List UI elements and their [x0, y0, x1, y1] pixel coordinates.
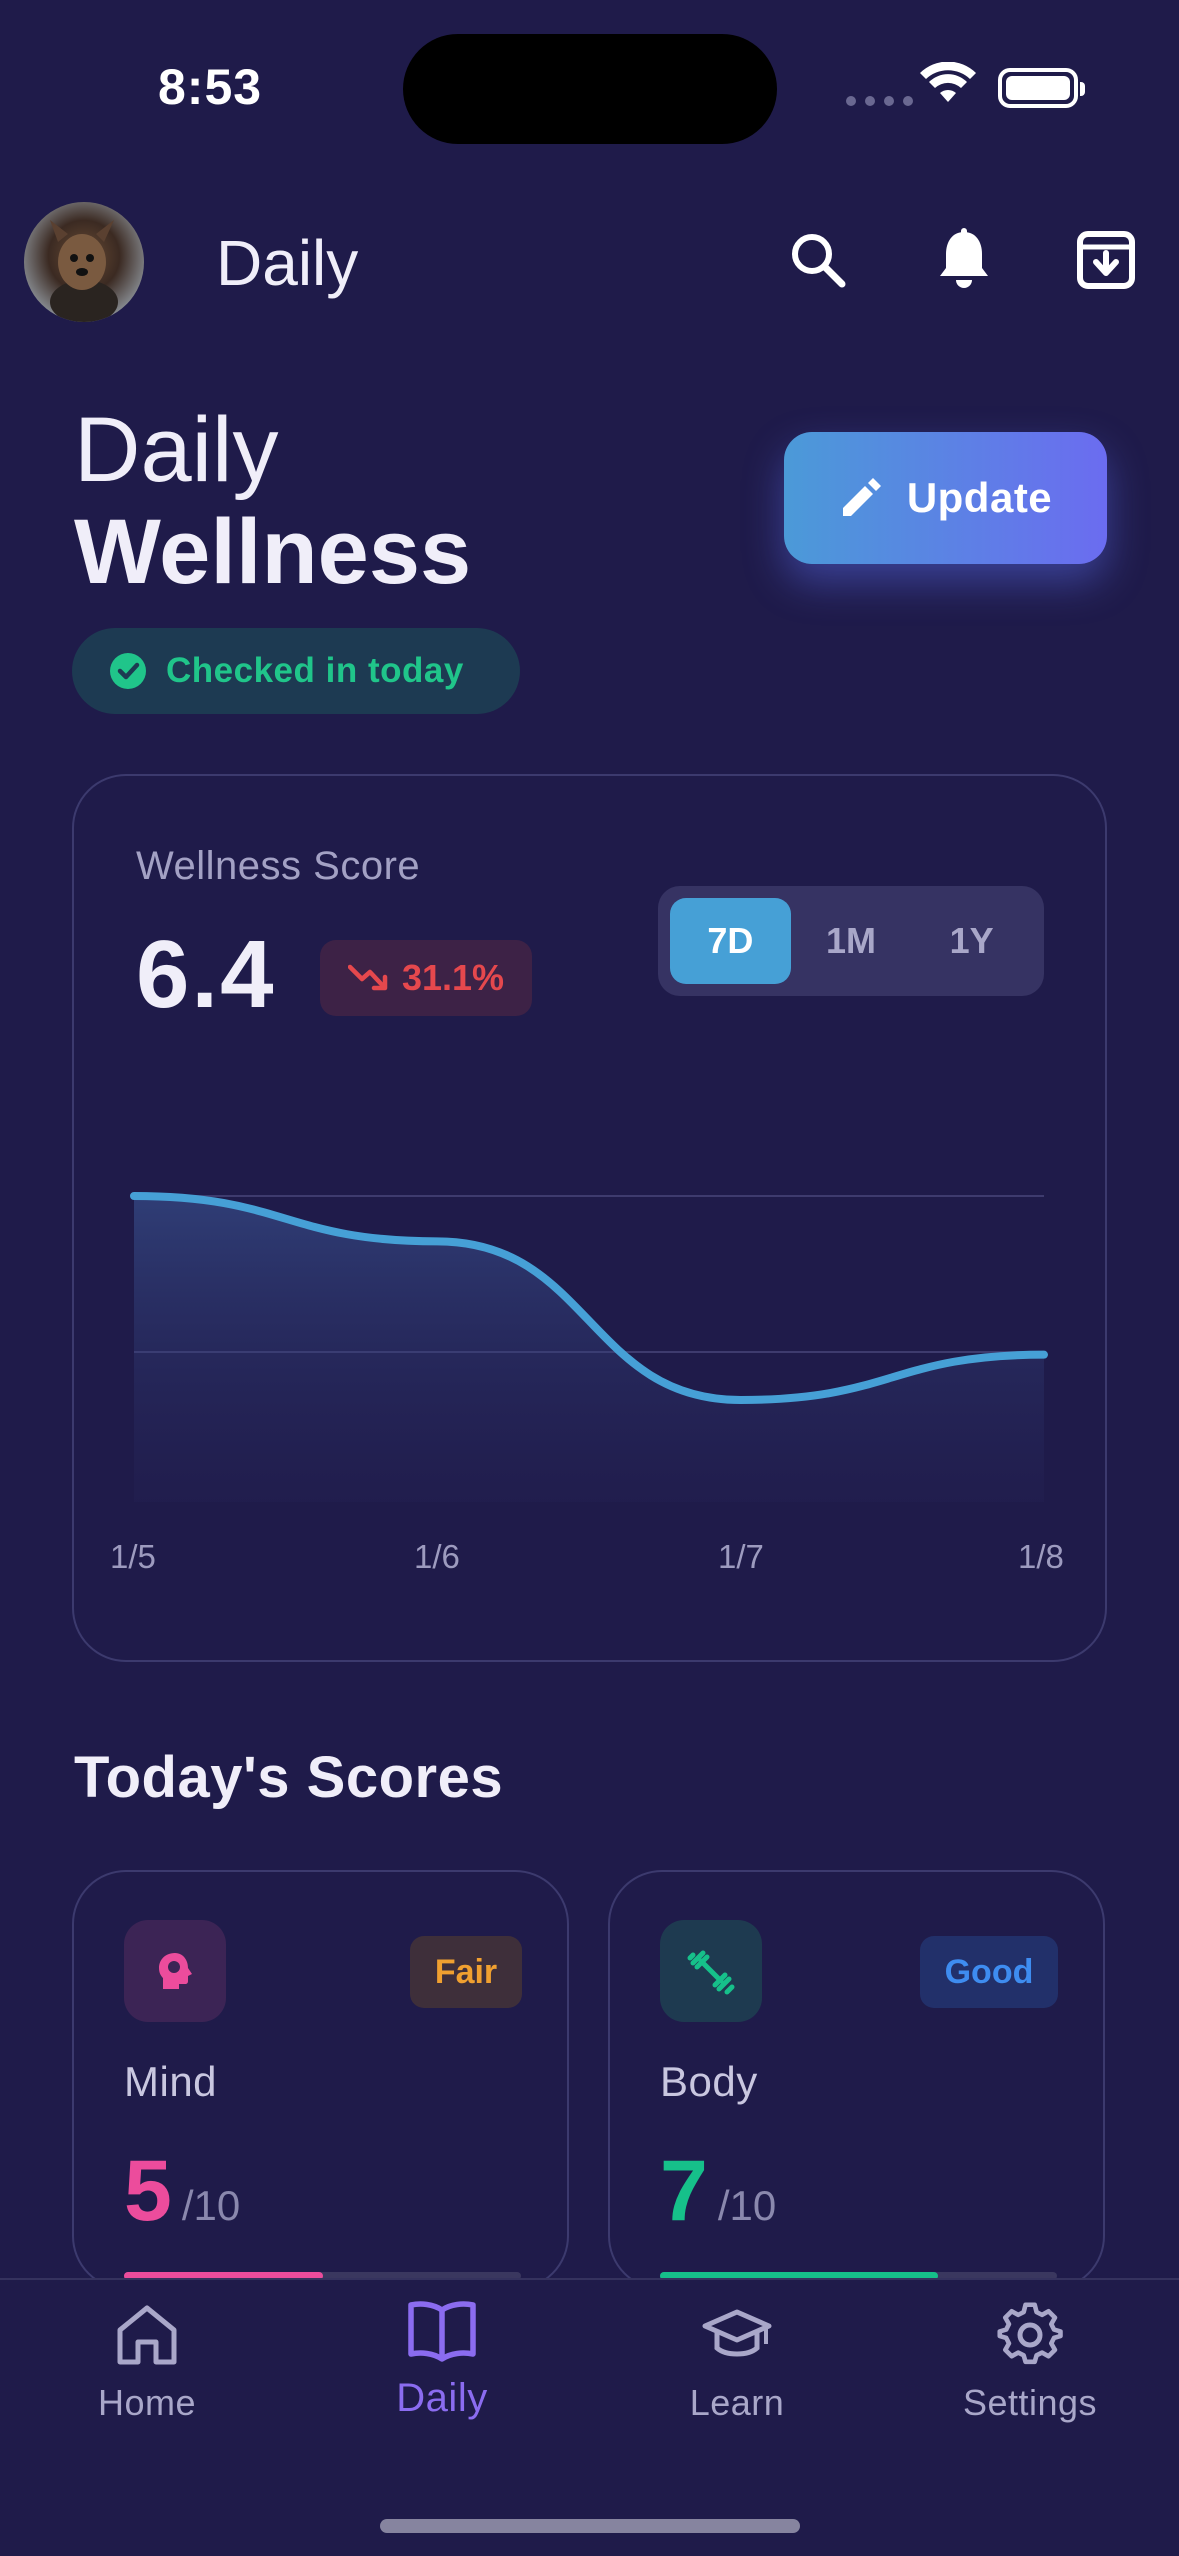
- update-label: Update: [906, 474, 1053, 521]
- wellness-chart: [130, 1192, 1048, 1502]
- avatar[interactable]: [24, 202, 144, 322]
- nav-item-home[interactable]: Home: [37, 2302, 257, 2424]
- range-selector: 7D 1M 1Y: [658, 886, 1044, 996]
- archive-icon: [1077, 231, 1135, 289]
- wellness-score-value: 6.4: [136, 921, 276, 1028]
- wifi-icon: [920, 62, 976, 102]
- search-button[interactable]: [778, 220, 858, 300]
- x-axis-tick: 1/5: [110, 1538, 156, 1575]
- range-7d[interactable]: 7D: [670, 898, 791, 984]
- nav-label-learn: Learn: [689, 2382, 785, 2423]
- nav-item-daily[interactable]: Daily: [332, 2298, 552, 2421]
- dumbbell-icon-tile: [660, 1920, 762, 2022]
- nav-label-settings: Settings: [962, 2382, 1098, 2423]
- nav-item-settings[interactable]: Settings: [920, 2302, 1140, 2424]
- score-change-badge: 31.1%: [320, 940, 532, 1016]
- category-score: 5: [124, 2143, 172, 2239]
- x-axis-tick: 1/7: [718, 1538, 764, 1575]
- cellular-signal-icon: [846, 96, 913, 106]
- score-badge: Fair: [410, 1936, 522, 2008]
- chart-area: [134, 1196, 1044, 1502]
- dynamic-island: [403, 34, 777, 144]
- score-change-value: 31.1%: [401, 957, 505, 998]
- page-title-light: Daily: [74, 399, 279, 501]
- update-button[interactable]: Update: [784, 432, 1107, 564]
- pencil-icon: [842, 478, 881, 516]
- range-1m[interactable]: 1M: [791, 898, 912, 984]
- notifications-button[interactable]: [924, 220, 1004, 300]
- section-title-scores: Today's Scores: [74, 1745, 504, 1810]
- badge-label: Good: [944, 1952, 1034, 1991]
- search-icon: [792, 234, 846, 288]
- wellness-score-label: Wellness Score: [136, 844, 421, 888]
- x-axis-tick: 1/8: [1018, 1538, 1064, 1575]
- book-icon: [408, 2301, 476, 2362]
- nav-item-learn[interactable]: Learn: [627, 2302, 847, 2424]
- badge-label: Fair: [434, 1952, 498, 1991]
- checked-in-text: Checked in today: [166, 651, 464, 690]
- nav-label-home: Home: [97, 2382, 197, 2423]
- brain-icon-tile: [124, 1920, 226, 2022]
- gear-icon: [997, 2302, 1063, 2365]
- category-score: 7: [660, 2143, 708, 2239]
- range-1y[interactable]: 1Y: [911, 898, 1032, 984]
- graduation-cap-icon: [702, 2309, 772, 2357]
- battery-icon: [998, 68, 1085, 108]
- x-axis-tick: 1/6: [414, 1538, 460, 1575]
- score-card-mind[interactable]: Fair Mind 5 /10: [72, 1870, 569, 2290]
- trending-down-icon: [347, 964, 388, 991]
- bell-icon: [940, 228, 988, 288]
- header-title: Daily: [216, 227, 359, 299]
- home-icon: [117, 2305, 177, 2365]
- checked-in-badge: Checked in today: [72, 628, 520, 714]
- category-name: Body: [660, 2058, 758, 2105]
- category-score-max: /10: [181, 2182, 241, 2229]
- dumbbell-icon: [687, 1950, 735, 1995]
- page-title-bold: Wellness: [74, 501, 472, 603]
- check-circle-icon: [110, 653, 146, 689]
- status-time: 8:53: [158, 59, 263, 115]
- category-score-max: /10: [717, 2182, 777, 2229]
- score-card-body[interactable]: Good Body 7 /10: [608, 1870, 1105, 2290]
- category-name: Mind: [124, 2058, 218, 2105]
- home-indicator: [380, 2519, 800, 2533]
- score-badge: Good: [920, 1936, 1058, 2008]
- brain-icon: [159, 1953, 192, 1989]
- archive-button[interactable]: [1066, 220, 1146, 300]
- nav-label-daily: Daily: [396, 2376, 488, 2420]
